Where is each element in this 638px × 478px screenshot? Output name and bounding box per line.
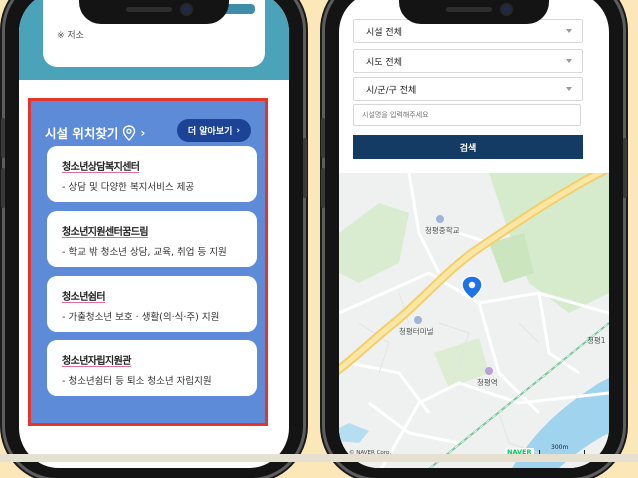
facility-description: - 청소년쉼터 등 퇴소 청소년 자립지원: [62, 376, 212, 387]
facility-card[interactable]: 청소년지원센터꿈드림 - 학교 밖 청소년 상담, 교육, 취업 등 지원: [47, 211, 257, 267]
map-view[interactable]: 청평중학교 청평터미널 청평역 청평1 © NAVER Corp. NAVER …: [339, 173, 609, 468]
map-label-terminal: 청평터미널: [399, 327, 434, 336]
facility-name: 청소년자립지원관: [62, 356, 131, 367]
bus-terminal-poi-icon: [414, 316, 422, 324]
facility-card[interactable]: 청소년자립지원관 - 청소년쉼터 등 퇴소 청소년 자립지원: [47, 340, 257, 396]
notch: [399, 0, 549, 24]
map-label-east: 청평1: [587, 336, 606, 345]
learn-more-label: 더 알아보기: [187, 127, 233, 137]
facility-name: 청소년지원센터꿈드림: [62, 227, 149, 238]
map-label-station: 청평역: [477, 378, 498, 387]
bottom-strip: [0, 454, 638, 462]
province-select[interactable]: 시도 전체: [353, 49, 583, 73]
power-button: [623, 138, 627, 198]
left-screen: ※ 저소 시설 위치찾기 › 더 알아보기 › 청소년상담복지센터 - 상담 및…: [19, 0, 289, 468]
search-button[interactable]: 검색: [353, 135, 583, 159]
facility-description: - 상담 및 다양한 복지서비스 제공: [62, 182, 195, 193]
volume-button: [1, 118, 5, 158]
power-button: [303, 138, 307, 198]
facility-name-input[interactable]: [353, 104, 581, 126]
station-poi-icon: [485, 367, 493, 375]
right-screen: 시설 전체 시도 전체 시/군/구 전체 검색: [339, 0, 609, 468]
district-select[interactable]: 시/군/구 전체: [353, 77, 583, 101]
caret-down-icon: [566, 59, 572, 63]
map-canvas: [339, 173, 609, 468]
volume-button: [321, 168, 325, 208]
notch: [79, 0, 229, 24]
facility-name: 청소년상담복지센터: [62, 162, 140, 173]
facility-card[interactable]: 청소년상담복지센터 - 상담 및 다양한 복지서비스 제공: [47, 146, 257, 202]
learn-more-button[interactable]: 더 알아보기 ›: [177, 119, 251, 142]
park-area: [339, 203, 409, 283]
facility-card[interactable]: 청소년쉼터 - 가출청소년 보호 · 생활(의·식·주) 지원: [47, 276, 257, 332]
notice-text: ※ 저소: [57, 31, 84, 41]
facility-description: - 학교 밖 청소년 상담, 교육, 취업 등 지원: [62, 247, 227, 258]
caret-down-icon: [566, 87, 572, 91]
facility-name: 청소년쉼터: [62, 292, 106, 303]
school-poi-icon: [436, 215, 444, 223]
select-value: 시/군/구 전체: [366, 86, 417, 96]
map-label-school: 청평중학교: [425, 226, 460, 235]
caret-down-icon: [566, 29, 572, 33]
volume-button: [321, 118, 325, 158]
chevron-right-icon: ›: [236, 125, 241, 136]
facility-description: - 가출청소년 보호 · 생활(의·식·주) 지원: [62, 312, 220, 323]
location-pin-icon: [123, 124, 136, 141]
facility-finder-section: 시설 위치찾기 › 더 알아보기 › 청소년상담복지센터 - 상담 및 다양한 …: [28, 98, 268, 426]
select-value: 시설 전체: [366, 28, 402, 38]
finder-title-text: 시설 위치찾기: [45, 126, 119, 141]
finder-title[interactable]: 시설 위치찾기 ›: [45, 123, 145, 142]
right-phone-frame: 시설 전체 시도 전체 시/군/구 전체 검색: [321, 0, 627, 478]
select-value: 시도 전체: [366, 58, 402, 68]
volume-button: [1, 168, 5, 208]
chevron-right-icon: ›: [140, 125, 146, 140]
river: [339, 423, 369, 443]
left-phone-frame: ※ 저소 시설 위치찾기 › 더 알아보기 › 청소년상담복지센터 - 상담 및…: [1, 0, 307, 478]
